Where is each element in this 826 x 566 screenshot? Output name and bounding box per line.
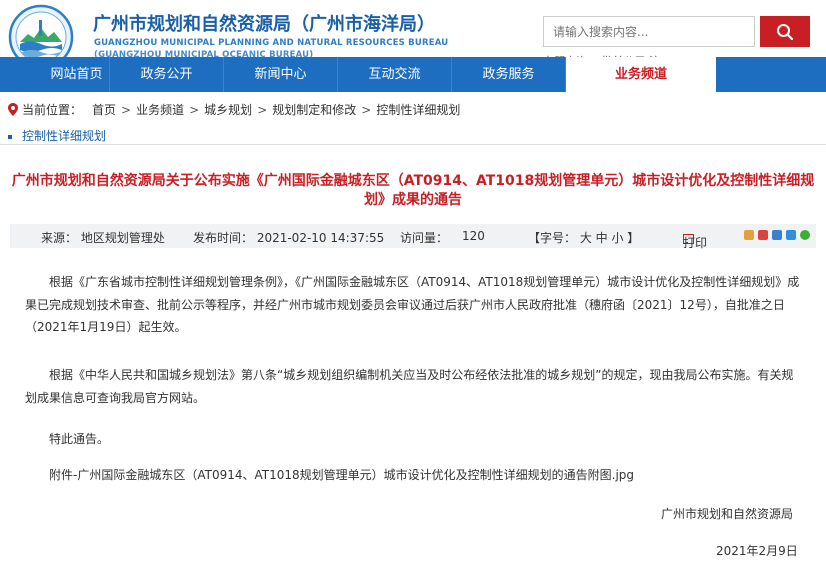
search-icon [777, 23, 794, 40]
share-renren-icon[interactable] [772, 230, 782, 240]
section-divider [0, 123, 826, 145]
breadcrumb-home[interactable]: 首页 [92, 101, 116, 118]
nav-item-government-affairs[interactable]: 政务公开 [110, 57, 224, 92]
search-input[interactable] [543, 16, 755, 47]
share-wechat-icon[interactable] [800, 230, 810, 240]
section-title-text: 控制性详细规划 [22, 129, 107, 143]
article-notice: 特此通告。 [49, 432, 110, 446]
breadcrumb-plan-making[interactable]: 规划制定和修改 [272, 101, 356, 118]
main-nav: 网站首页 政务公开 新闻中心 互动交流 政务服务 业务频道 [0, 57, 826, 92]
article-signature: 广州市规划和自然资源局 [661, 507, 794, 521]
nav-item-home[interactable]: 网站首页 [44, 57, 110, 92]
article-visits-count: 120 [462, 229, 485, 243]
section-title[interactable]: 控制性详细规划 [8, 127, 106, 144]
article-meta-bar: 来源： 地区规划管理处 发布时间： 2021-02-10 14:37:55 访问… [10, 224, 816, 250]
article-visits-label: 访问量： [400, 231, 449, 245]
article-date: 2021年2月9日 [716, 544, 798, 558]
article-publish-time: 发布时间： 2021-02-10 14:37:55 [193, 231, 385, 245]
share-tencent-icon[interactable] [786, 230, 796, 240]
share-qzone-icon[interactable] [744, 230, 754, 240]
breadcrumb-separator: > [189, 102, 200, 117]
site-title-english: GUANGZHOU MUNICIPAL PLANNING AND NATURAL… [94, 38, 449, 48]
location-pin-icon [8, 103, 18, 116]
nav-item-news[interactable]: 新闻中心 [224, 57, 338, 92]
bullet-square-icon [8, 134, 12, 139]
breadcrumb-urban-planning[interactable]: 城乡规划 [204, 101, 252, 118]
nav-item-business[interactable]: 业务频道 [566, 57, 716, 92]
breadcrumb-separator: > [121, 102, 132, 117]
breadcrumb-business[interactable]: 业务频道 [136, 101, 184, 118]
share-weibo-icon[interactable] [758, 230, 768, 240]
article-paragraph: 根据《广东省城市控制性详细规划管理条例》，《广州国际金融城东区（AT0914、A… [25, 275, 800, 334]
breadcrumb: 当前位置： 首页 > 业务频道 > 城乡规划 > 规划制定和修改 > 控制性详细… [8, 101, 460, 118]
attachment-link[interactable]: 附件-广州国际金融城东区（AT0914、AT1018规划管理单元）城市设计优化及… [49, 466, 634, 483]
print-label: 打印 [683, 236, 708, 250]
article-source: 来源： 地区规划管理处 [41, 231, 165, 245]
article-title: 广州市规划和自然资源局关于公布实施《广州国际金融城东区（AT0914、AT101… [11, 173, 815, 208]
nav-item-services[interactable]: 政务服务 [452, 57, 566, 92]
article-paragraph: 根据《中华人民共和国城乡规划法》第八条“城乡规划组织编制机关应当及时公布经依法批… [25, 368, 794, 405]
nav-item-interaction[interactable]: 互动交流 [338, 57, 452, 92]
breadcrumb-separator: > [361, 102, 372, 117]
font-size-switcher[interactable]: 【字号： 大 中 小 】 [528, 229, 639, 246]
breadcrumb-detailed-plan[interactable]: 控制性详细规划 [376, 101, 460, 118]
site-title: 广州市规划和自然资源局（广州市海洋局） [93, 14, 435, 35]
breadcrumb-label: 当前位置： [22, 103, 83, 117]
search-button[interactable] [760, 16, 810, 47]
breadcrumb-separator: > [257, 102, 268, 117]
